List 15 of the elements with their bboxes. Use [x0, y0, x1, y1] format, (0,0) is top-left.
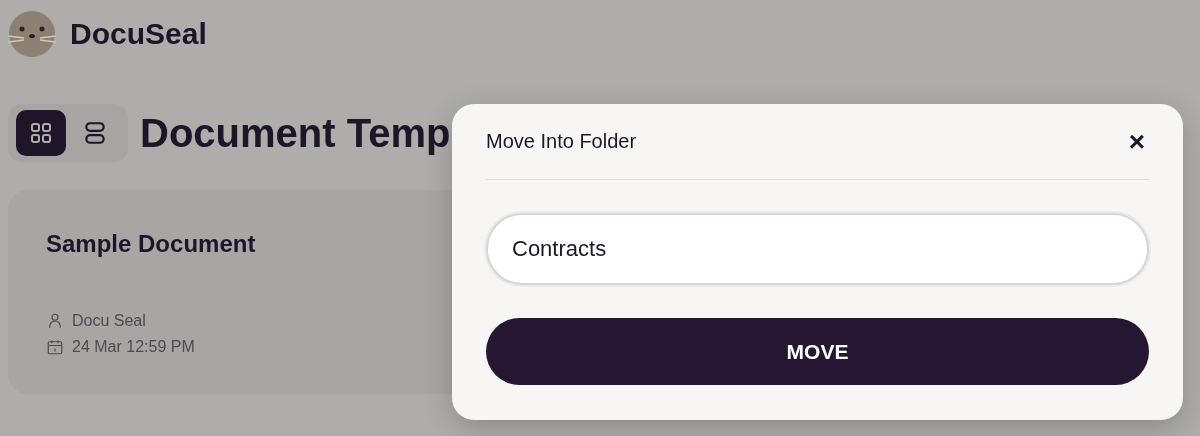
folder-name-field[interactable]: Contracts — [486, 213, 1149, 285]
template-name: Sample Document — [46, 230, 256, 258]
dialog-title: Move Into Folder — [486, 130, 637, 153]
calendar-icon — [46, 338, 64, 356]
close-button[interactable]: × — [1124, 127, 1149, 156]
template-date: 24 Mar 12:59 PM — [72, 338, 195, 356]
list-icon — [82, 120, 108, 146]
seal-logo-icon — [6, 10, 58, 58]
brand-name: DocuSeal — [70, 17, 207, 51]
grid-view-button[interactable] — [16, 110, 66, 156]
template-author: Docu Seal — [72, 312, 146, 330]
move-button[interactable]: MOVE — [486, 318, 1149, 385]
user-icon — [46, 312, 64, 330]
page-title: Document Temp — [140, 110, 451, 156]
grid-icon — [29, 121, 53, 145]
